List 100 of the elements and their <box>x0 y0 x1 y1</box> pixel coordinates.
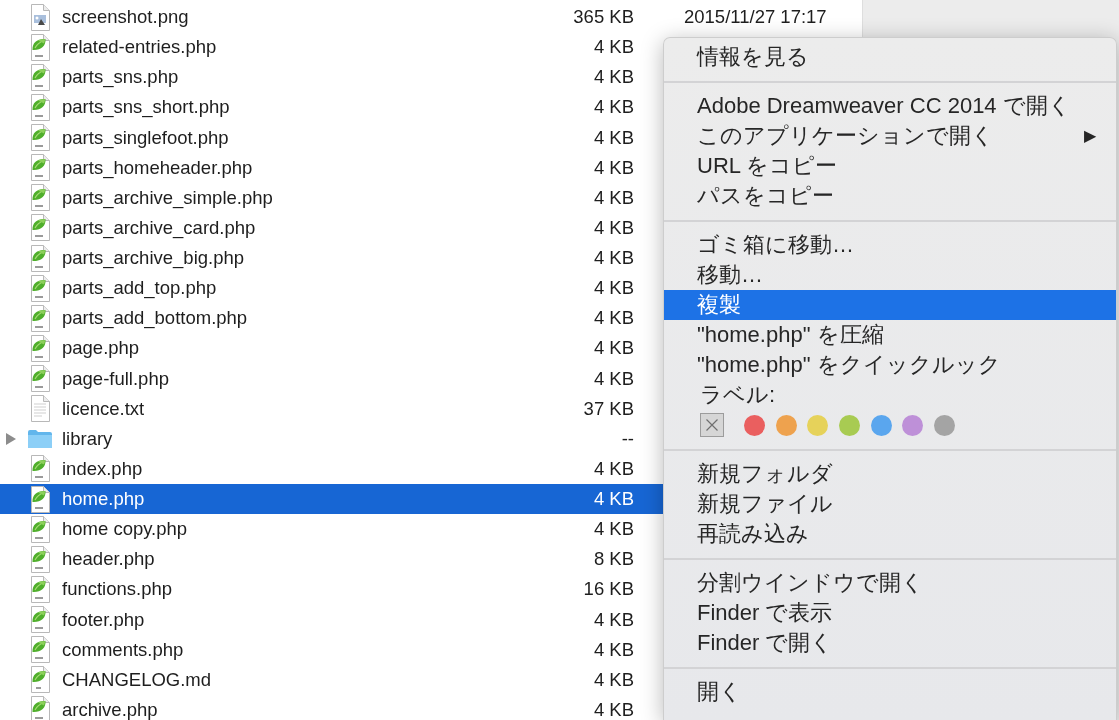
file-size: 4 KB <box>593 457 634 479</box>
file-size: 4 KB <box>593 186 634 208</box>
text-document-icon <box>29 395 51 423</box>
menu-item[interactable]: 分割ウインドウで開く <box>664 568 1116 598</box>
color-dot-icon[interactable] <box>807 414 829 436</box>
modified-date: 2015/11/27 17:17 <box>684 6 827 28</box>
label-heading: ラベル: <box>700 382 776 407</box>
leaf-document-icon <box>29 575 51 603</box>
file-size: 4 KB <box>593 96 634 118</box>
file-name: parts_archive_simple.php <box>62 186 273 208</box>
leaf-document-icon <box>29 334 51 362</box>
leaf-document-icon <box>29 304 51 332</box>
file-size: 4 KB <box>593 698 634 720</box>
menu-item[interactable]: Adobe Dreamweaver CC 2014 で開く <box>664 91 1116 121</box>
color-dot-icon[interactable] <box>934 414 956 436</box>
file-size: 4 KB <box>593 307 634 329</box>
file-size: 4 KB <box>593 367 634 389</box>
file-size: 16 KB <box>583 578 634 600</box>
leaf-document-icon <box>29 545 51 573</box>
menu-item[interactable]: 情報を見る <box>664 42 1116 72</box>
color-dot-icon[interactable] <box>775 414 797 436</box>
leaf-document-icon <box>29 666 51 694</box>
file-size: 4 KB <box>593 156 634 178</box>
leaf-document-icon <box>29 455 51 483</box>
file-name: parts_add_top.php <box>62 277 217 299</box>
file-row[interactable]: screenshot.png 365 KB 2015/11/27 17:17 <box>0 2 862 33</box>
color-dot-icon[interactable] <box>870 414 892 436</box>
leaf-document-icon <box>29 515 51 543</box>
file-name: screenshot.png <box>62 6 189 28</box>
menu-item[interactable]: "home.php" をクイックルック <box>664 350 1116 380</box>
menu-item[interactable]: 再読み込み <box>664 519 1116 549</box>
file-name: parts_add_bottom.php <box>62 307 248 329</box>
file-size: 4 KB <box>593 638 634 660</box>
leaf-document-icon <box>29 274 51 302</box>
file-name: footer.php <box>62 608 145 630</box>
file-name: header.php <box>62 548 155 570</box>
menu-item[interactable]: URL をコピー <box>664 151 1116 181</box>
file-name: parts_singlefoot.php <box>62 126 229 148</box>
file-name: home.php <box>62 488 145 510</box>
file-size: 4 KB <box>593 277 634 299</box>
file-row[interactable]: library -- <box>0 423 862 454</box>
menu-item[interactable]: "home.php" を圧縮 <box>664 320 1116 350</box>
menu-item[interactable]: Finder で表示 <box>664 598 1116 628</box>
leaf-document-icon <box>29 154 51 182</box>
file-name: index.php <box>62 457 143 479</box>
folder-icon <box>27 428 53 449</box>
color-dot-icon[interactable] <box>744 414 765 436</box>
file-size: 8 KB <box>593 548 634 570</box>
color-dot-icon[interactable] <box>839 414 861 436</box>
color-dot-icon[interactable] <box>902 414 924 436</box>
file-name: parts_sns_short.php <box>62 96 230 118</box>
menu-item[interactable]: 複製 <box>664 290 1116 320</box>
menu-item[interactable]: ゴミ箱に移動… <box>664 230 1116 260</box>
leaf-document-icon <box>29 696 51 720</box>
image-document-icon <box>29 3 51 31</box>
file-size: 37 KB <box>583 397 634 419</box>
leaf-document-icon <box>29 244 51 272</box>
file-name: library <box>62 427 113 449</box>
file-name: licence.txt <box>62 397 145 419</box>
leaf-document-icon <box>29 184 51 212</box>
file-size: 4 KB <box>593 488 634 510</box>
file-name: archive.php <box>62 698 158 720</box>
file-size: 4 KB <box>593 337 634 359</box>
leaf-document-icon <box>29 606 51 634</box>
leaf-document-icon <box>29 33 51 61</box>
leaf-document-icon <box>29 63 51 91</box>
menu-item[interactable]: このアプリケーションで開く ▶ <box>664 121 1116 151</box>
file-size: 4 KB <box>593 216 634 238</box>
file-name: CHANGELOG.md <box>62 668 212 690</box>
file-size: 4 KB <box>593 66 634 88</box>
leaf-document-icon <box>29 365 51 393</box>
file-size: 365 KB <box>573 6 634 28</box>
leaf-document-icon <box>29 124 51 152</box>
leaf-document-icon <box>29 214 51 242</box>
file-size: -- <box>621 427 634 449</box>
submenu-arrow: ▶ <box>1084 126 1096 146</box>
file-size: 4 KB <box>593 608 634 630</box>
file-name: related-entries.php <box>62 36 217 58</box>
leaf-document-icon <box>29 485 51 513</box>
file-name: home copy.php <box>62 518 188 540</box>
disclosure-triangle-icon[interactable] <box>6 432 16 445</box>
menu-item[interactable]: 開く <box>664 677 1116 707</box>
file-name: parts_sns.php <box>62 66 179 88</box>
file-size: 4 KB <box>593 668 634 690</box>
menu-item[interactable]: 移動… <box>664 260 1116 290</box>
file-name: comments.php <box>62 638 184 660</box>
file-size: 4 KB <box>593 36 634 58</box>
file-size: 4 KB <box>593 518 634 540</box>
menu-item[interactable]: Finder で開く <box>664 628 1116 658</box>
file-size: 4 KB <box>593 126 634 148</box>
file-name: functions.php <box>62 578 173 600</box>
crossed-square-icon[interactable] <box>700 413 724 437</box>
file-name: parts_archive_big.php <box>62 247 245 269</box>
file-name: parts_archive_card.php <box>62 216 256 238</box>
menu-item[interactable]: パスをコピー <box>664 181 1116 211</box>
file-name: page.php <box>62 337 140 359</box>
leaf-document-icon <box>29 636 51 664</box>
file-name: page-full.php <box>62 367 169 389</box>
file-name: parts_homeheader.php <box>62 156 253 178</box>
leaf-document-icon <box>29 93 51 121</box>
